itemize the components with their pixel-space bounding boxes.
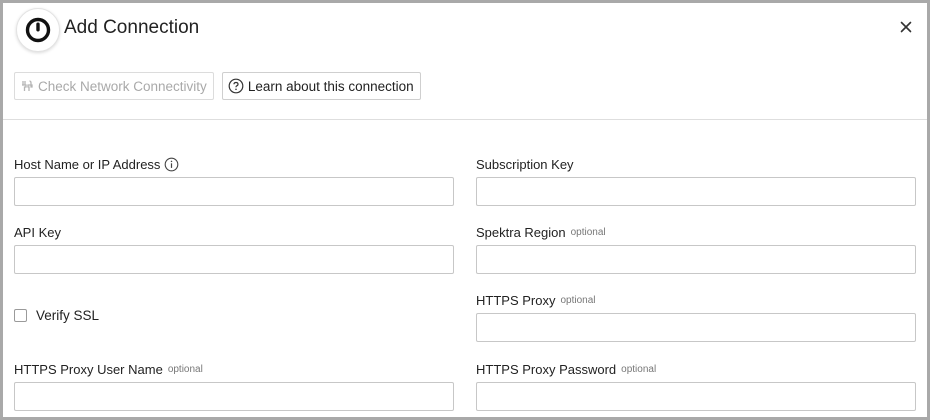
https-proxy-user-input[interactable] <box>14 382 454 411</box>
https-proxy-input[interactable] <box>476 313 916 342</box>
https-proxy-password-input[interactable] <box>476 382 916 411</box>
api-key-label: API Key <box>14 224 61 240</box>
optional-tag: optional <box>621 363 657 375</box>
spektra-region-field-group: Spektra Region optional <box>476 223 916 274</box>
header-divider <box>3 119 927 120</box>
verify-ssl-checkbox[interactable] <box>14 309 27 322</box>
dialog-title: Add Connection <box>64 17 200 38</box>
learn-about-connection-label: Learn about this connection <box>247 78 414 94</box>
api-key-input[interactable] <box>14 245 454 274</box>
optional-tag: optional <box>570 226 606 238</box>
api-key-field-group: API Key <box>14 223 454 274</box>
host-input[interactable] <box>14 177 454 206</box>
learn-about-connection-button[interactable]: Learn about this connection <box>221 72 421 100</box>
https-proxy-user-label: HTTPS Proxy User Name <box>14 361 163 377</box>
subscription-key-input[interactable] <box>476 177 916 206</box>
optional-tag: optional <box>560 294 596 306</box>
dialog-toolbar: Check Network Connectivity Learn about t… <box>14 72 421 102</box>
check-network-connectivity-label: Check Network Connectivity <box>38 78 207 94</box>
add-connection-dialog: Add Connection Check Network Connectivit… <box>0 0 930 420</box>
subscription-key-field-group: Subscription Key <box>476 155 916 206</box>
spektra-region-input[interactable] <box>476 245 916 274</box>
spektra-logo-icon <box>16 8 60 52</box>
network-plug-icon <box>20 79 34 93</box>
spektra-region-label: Spektra Region <box>476 224 566 240</box>
https-proxy-password-label: HTTPS Proxy Password <box>476 361 617 377</box>
info-circle-icon[interactable] <box>164 157 179 172</box>
host-field-group: Host Name or IP Address <box>14 155 454 206</box>
close-icon[interactable] <box>897 18 915 36</box>
dialog-header: Add Connection <box>3 3 927 59</box>
verify-ssl-row[interactable]: Verify SSL <box>14 308 99 323</box>
subscription-key-label: Subscription Key <box>476 156 574 172</box>
https-proxy-field-group: HTTPS Proxy optional <box>476 291 916 342</box>
optional-tag: optional <box>167 363 203 375</box>
host-label: Host Name or IP Address <box>14 156 161 172</box>
question-circle-icon <box>228 78 244 94</box>
https-proxy-user-field-group: HTTPS Proxy User Name optional <box>14 360 454 411</box>
https-proxy-password-field-group: HTTPS Proxy Password optional <box>476 360 916 411</box>
https-proxy-label: HTTPS Proxy <box>476 292 556 308</box>
verify-ssl-label[interactable]: Verify SSL <box>36 308 99 323</box>
check-network-connectivity-button[interactable]: Check Network Connectivity <box>14 72 214 100</box>
